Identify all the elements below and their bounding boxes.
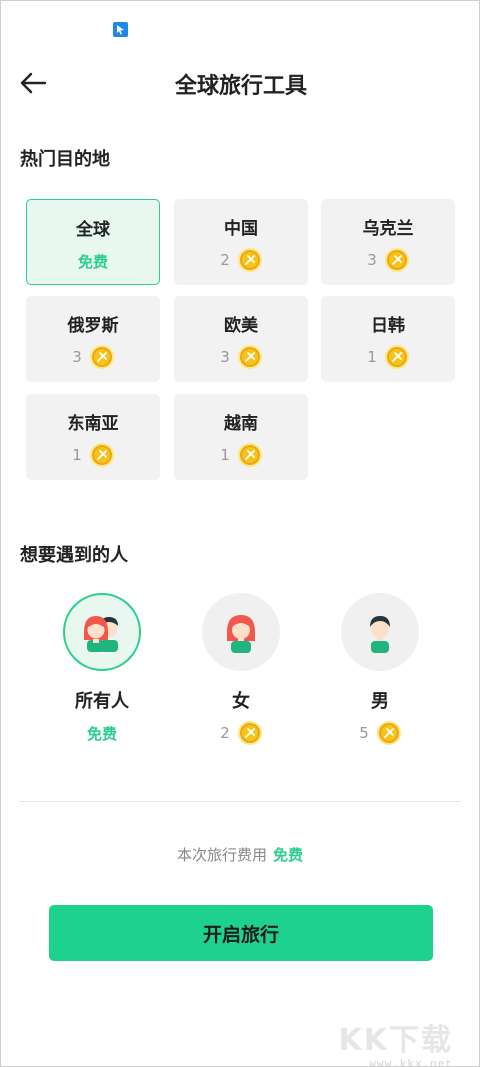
destination-price: 3 (26, 344, 160, 370)
trip-cost-label: 本次旅行费用 (176, 846, 267, 864)
price-value: 1 (220, 446, 230, 464)
destination-price: 免费 (27, 248, 159, 274)
coin-icon (376, 721, 401, 745)
people-section-title: 想要遇到的人 (20, 545, 128, 566)
price-value: 3 (72, 348, 82, 366)
people-option-everyone[interactable]: 所有人 免费 (32, 593, 172, 753)
coin-icon (89, 345, 114, 369)
destination-card-russia[interactable]: 俄罗斯 3 (26, 296, 160, 382)
destination-price: 3 (321, 247, 455, 273)
coin-icon (237, 345, 262, 369)
price-value: 2 (220, 724, 230, 742)
destinations-section-title: 热门目的地 (20, 149, 110, 170)
destination-name: 越南 (224, 414, 258, 434)
divider (19, 801, 461, 802)
header: 全球旅行工具 (1, 57, 480, 107)
people-option-label: 女 (232, 691, 250, 712)
people-option-price: 5 (310, 720, 450, 746)
male-avatar-icon (370, 616, 390, 653)
price-value: 5 (359, 724, 369, 742)
avatar (202, 593, 280, 671)
destination-card-ukraine[interactable]: 乌克兰 3 (321, 199, 455, 285)
destination-card-vietnam[interactable]: 越南 1 (174, 394, 308, 480)
people-option-price: 2 (171, 720, 311, 746)
coin-icon (237, 443, 262, 467)
free-label: 免费 (86, 724, 117, 743)
free-label: 免费 (77, 252, 108, 271)
coin-icon (237, 721, 262, 745)
destination-name: 乌克兰 (362, 219, 414, 239)
price-value: 3 (220, 348, 230, 366)
avatar (63, 593, 141, 671)
page-title: 全球旅行工具 (174, 74, 307, 99)
destination-price: 2 (174, 247, 308, 273)
price-value: 3 (367, 251, 377, 269)
people-option-price: 免费 (32, 720, 172, 746)
status-bar-app-icon (113, 22, 128, 37)
destination-name: 东南亚 (67, 414, 119, 434)
destination-card-southeast-asia[interactable]: 东南亚 1 (26, 394, 160, 480)
destination-price: 1 (26, 442, 160, 468)
people-option-label: 所有人 (75, 691, 129, 712)
destination-name: 日韩 (371, 316, 405, 336)
destination-name: 全球 (76, 220, 110, 240)
destination-card-europe-america[interactable]: 欧美 3 (174, 296, 308, 382)
destination-price: 1 (321, 344, 455, 370)
people-option-label: 男 (371, 691, 389, 712)
destination-card-china[interactable]: 中国 2 (174, 199, 308, 285)
destination-name: 欧美 (224, 316, 258, 336)
coin-icon (384, 345, 409, 369)
people-option-female[interactable]: 女 2 (171, 593, 311, 753)
destination-price: 3 (174, 344, 308, 370)
destination-card-japan-korea[interactable]: 日韩 1 (321, 296, 455, 382)
destination-name: 中国 (224, 219, 258, 239)
watermark: KK下载 www.kkx.net (339, 1015, 454, 1067)
coin-icon (237, 248, 262, 272)
trip-cost-value: 免费 (273, 846, 304, 864)
destination-card-global[interactable]: 全球 免费 (26, 199, 160, 285)
destination-name: 俄罗斯 (67, 316, 119, 336)
trip-cost-row: 本次旅行费用 免费 (1, 844, 479, 865)
watermark-url: www.kkx.net (369, 1059, 453, 1067)
app-frame: 全球旅行工具 热门目的地 全球 免费 中国 2 乌克兰 3 俄罗斯 3 欧美 3… (0, 0, 480, 1067)
group-avatar-icon (84, 616, 118, 652)
avatar (341, 593, 419, 671)
watermark-logo: KK下载 (338, 1023, 453, 1058)
people-option-male[interactable]: 男 5 (310, 593, 450, 753)
destinations-grid: 全球 免费 中国 2 乌克兰 3 俄罗斯 3 欧美 3 日韩 1 东南亚 1 越… (26, 199, 480, 484)
price-value: 2 (220, 251, 230, 269)
destination-price: 1 (174, 442, 308, 468)
coin-icon (89, 443, 114, 467)
price-value: 1 (367, 348, 377, 366)
price-value: 1 (72, 446, 82, 464)
start-trip-button[interactable]: 开启旅行 (49, 905, 433, 961)
female-avatar-icon (227, 615, 255, 653)
coin-icon (384, 248, 409, 272)
